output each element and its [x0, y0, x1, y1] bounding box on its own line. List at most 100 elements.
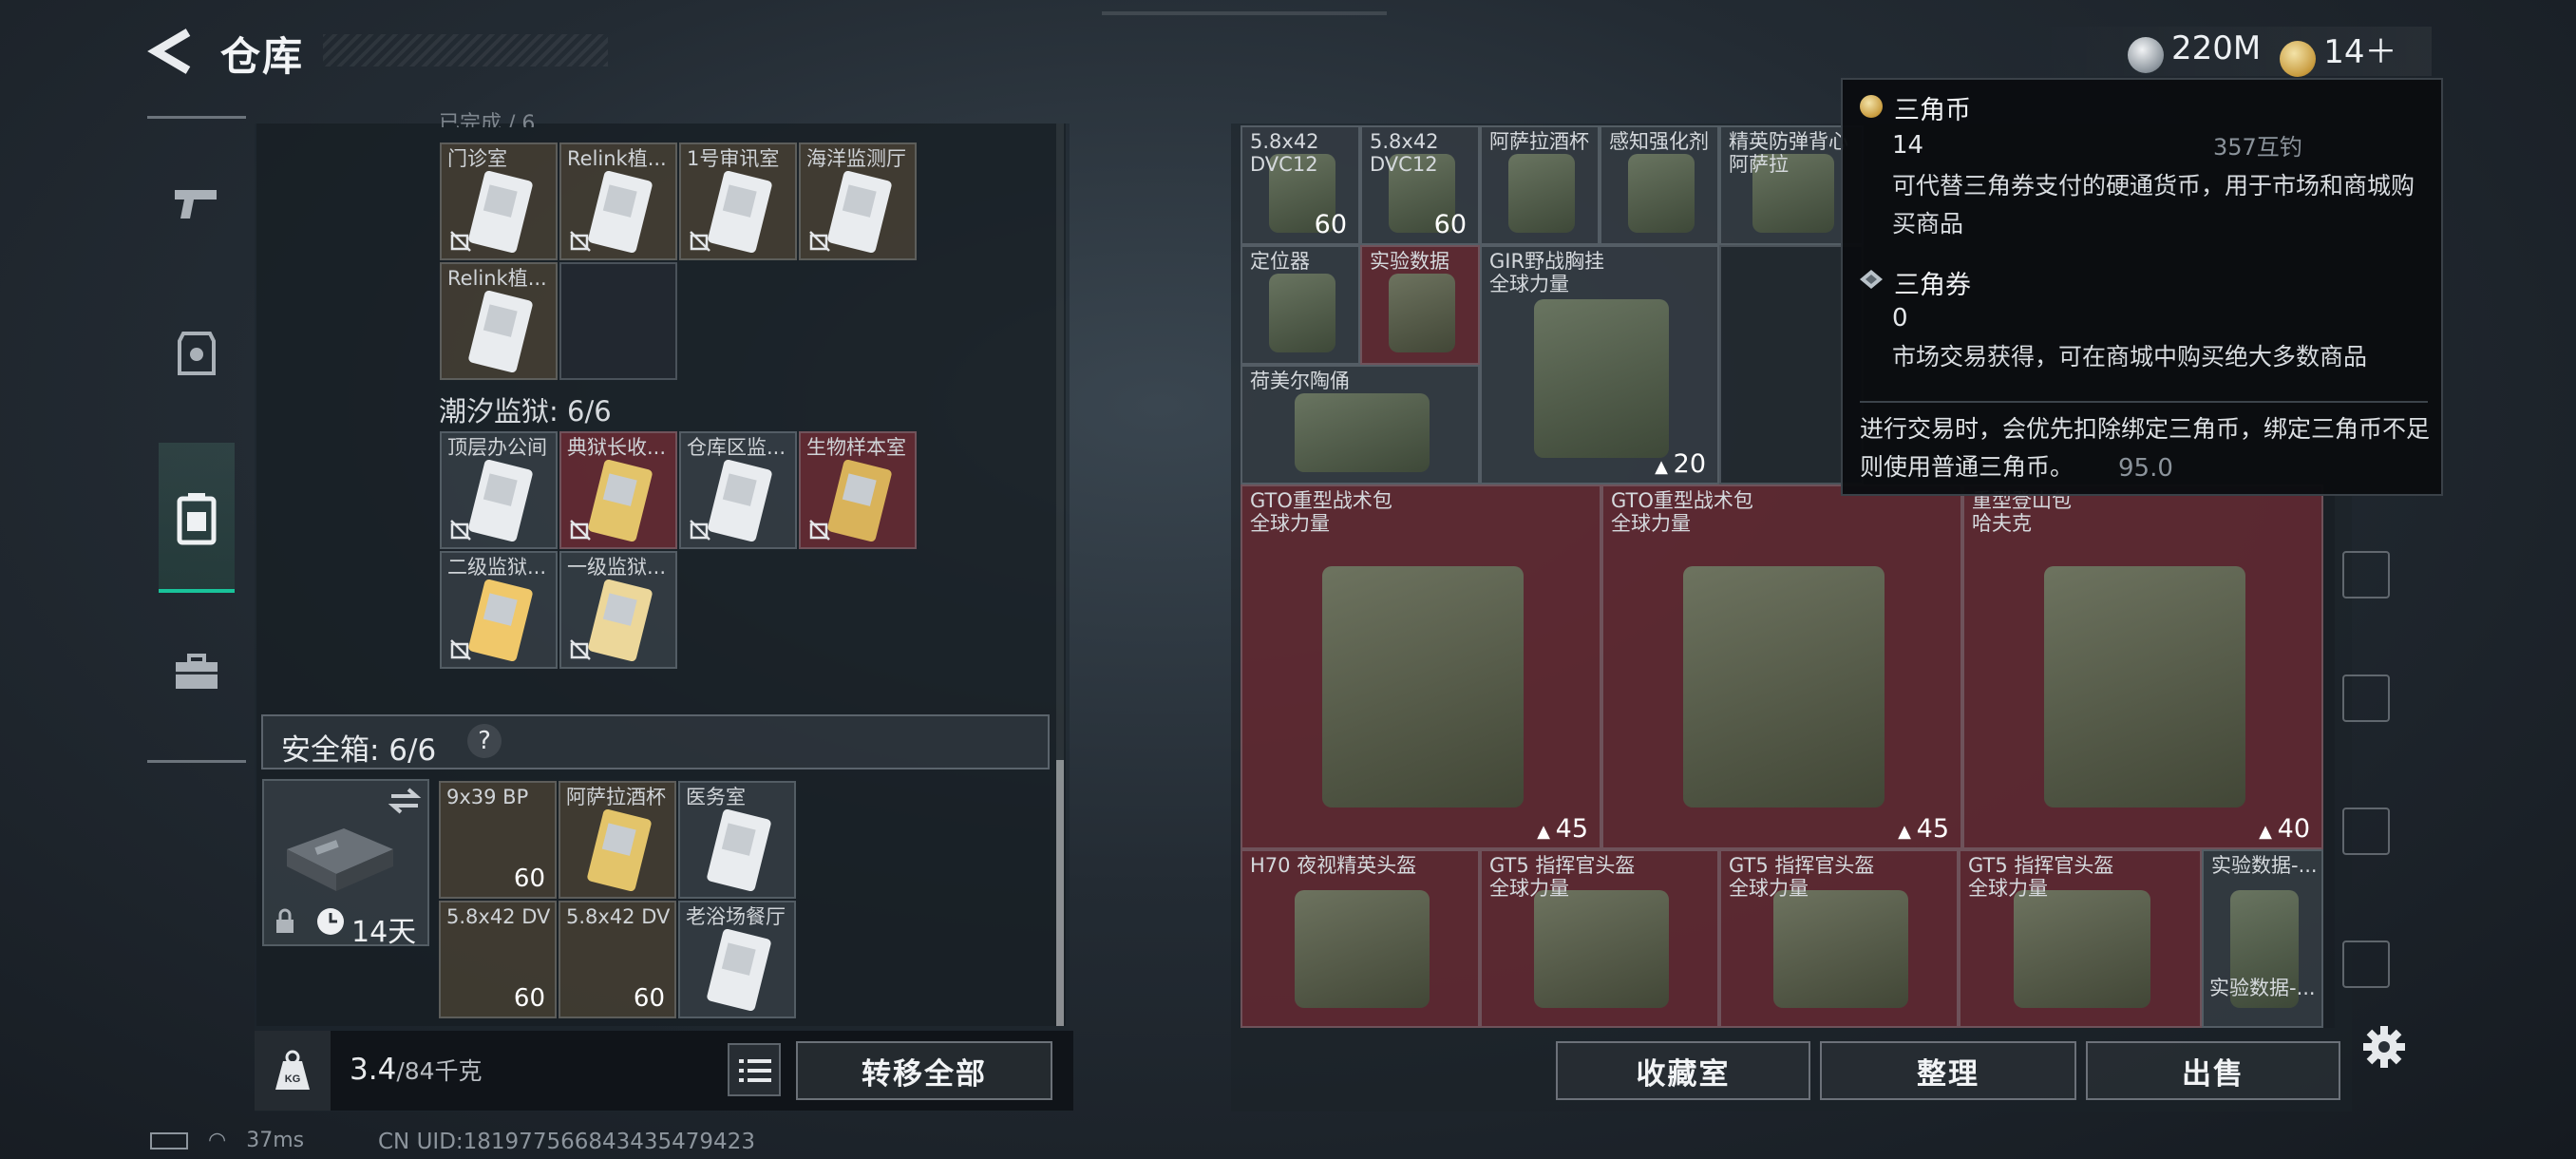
night-vision-helmet-icon: [1295, 890, 1430, 1009]
safe-box-title: 安全箱: 6/6: [281, 733, 437, 768]
item-label: GT5 指挥官头盔: [1968, 854, 2114, 877]
safe-case-icon: [287, 828, 393, 891]
item-label: 实验数据-...: [2211, 854, 2316, 877]
keycard-item[interactable]: 海洋监测厅: [799, 142, 917, 260]
locator-item[interactable]: 定位器: [1241, 245, 1360, 365]
no-trade-icon: [570, 231, 591, 252]
item-label: 仓库区监...: [687, 436, 786, 459]
item-label: GT5 指挥官头盔: [1729, 854, 1875, 877]
helmet-item[interactable]: GT5 指挥官头盔 全球力量: [1480, 849, 1719, 1028]
storage-tab-v-icon[interactable]: [2342, 551, 2390, 598]
item-sublabel: 全球力量: [1489, 877, 1569, 900]
capacity-icon: ▲: [1898, 822, 1917, 842]
item-quantity: 60: [513, 984, 545, 1013]
item-label: 海洋监测厅: [806, 147, 906, 170]
item-label: 二级监狱...: [447, 556, 547, 579]
keycard-item[interactable]: 二级监狱...: [440, 551, 558, 669]
max-weight: /84千克: [396, 1057, 483, 1085]
collection-room-button[interactable]: 收藏室: [1556, 1041, 1810, 1100]
coin-description: 可代替三角券支付的硬通货币，用于市场和商城购买商品: [1892, 172, 2415, 238]
chalice-item[interactable]: 阿萨拉酒杯: [1480, 125, 1600, 245]
item-label: 老浴场餐厅: [686, 905, 786, 928]
stimulant-item[interactable]: 感知强化剂: [1600, 125, 1719, 245]
storage-tab-column: [2339, 494, 2394, 1026]
chalice-icon: [1507, 153, 1576, 233]
safe-item[interactable]: 老浴场餐厅: [678, 901, 796, 1018]
keycard-item[interactable]: 一级监狱...: [559, 551, 677, 669]
top-decor-line: [1102, 11, 1387, 15]
helmet-icon: [2014, 890, 2150, 1009]
keycard-item[interactable]: 生物样本室: [799, 431, 917, 549]
currency-bar[interactable]: 220M 14＋: [2033, 27, 2432, 77]
item-sublabel: DVC12: [1250, 153, 1318, 176]
sort-button[interactable]: 整理: [1820, 1041, 2076, 1100]
ticket-description: 市场交易获得，可在商城中购买绝大多数商品: [1892, 343, 2368, 370]
back-icon[interactable]: [142, 27, 198, 76]
sell-button[interactable]: 出售: [2086, 1041, 2340, 1100]
item-label: 医务室: [686, 786, 746, 808]
user-uid: CN UID:181977566843435479423: [378, 1130, 755, 1154]
helmet-item[interactable]: H70 夜视精英头盔: [1241, 849, 1480, 1028]
keycard-icon: [708, 171, 772, 253]
gold-currency-value[interactable]: 14＋: [2323, 33, 2396, 71]
keycard-item[interactable]: Relink植...: [559, 142, 677, 260]
storage-tab-iv-icon[interactable]: [2342, 674, 2390, 722]
item-label: 实验数据: [1370, 250, 1449, 273]
keycard-icon: [827, 171, 892, 253]
item-label: 5.8x42 DVC12: [446, 905, 551, 928]
data-disc-item[interactable]: 实验数据: [1360, 245, 1480, 365]
storage-tab-iii-icon[interactable]: [2342, 940, 2390, 988]
ping-value: 37ms: [246, 1129, 305, 1152]
item-label: H70 夜视精英头盔: [1250, 854, 1417, 877]
transfer-all-button[interactable]: 转移全部: [796, 1041, 1052, 1100]
keycard-item[interactable]: 门诊室: [440, 142, 558, 260]
safe-item[interactable]: 阿萨拉酒杯: [559, 781, 676, 899]
backpack-icon: [1321, 566, 1525, 808]
keycard-item[interactable]: 典狱长收...: [559, 431, 677, 549]
helmet-item[interactable]: GT5 指挥官头盔 全球力量: [1719, 849, 1959, 1028]
help-icon[interactable]: ?: [467, 724, 502, 758]
page-title: 仓库: [220, 33, 305, 80]
no-trade-icon: [809, 520, 830, 541]
weight-kg-icon: KG: [275, 1050, 310, 1090]
item-quantity-value: 45: [1555, 814, 1588, 844]
figurine-item[interactable]: 荷美尔陶俑: [1241, 365, 1480, 484]
backpack-item[interactable]: 重型登山包 哈夫克 ▲ 40: [1962, 484, 2323, 849]
nav-weapons[interactable]: [159, 165, 235, 241]
safe-item[interactable]: 5.8x42 DVC12 60: [559, 901, 676, 1018]
keycard-item[interactable]: 1号审讯室: [679, 142, 797, 260]
scrollbar-thumb[interactable]: [1056, 760, 1064, 1026]
storage-tab-iv2-icon[interactable]: [2342, 808, 2390, 855]
safe-item[interactable]: 9x39 BP 60: [439, 781, 557, 899]
safe-item[interactable]: 5.8x42 DVC12 60: [439, 901, 557, 1018]
clock-icon: [317, 908, 344, 935]
backpack-item[interactable]: GTO重型战术包 全球力量 ▲ 45: [1601, 484, 1962, 849]
item-sublabel: 阿萨拉: [1729, 153, 1789, 176]
helmet-item[interactable]: GT5 指挥官头盔 全球力量: [1959, 849, 2202, 1028]
item-quantity: ▲ 45: [1898, 814, 1949, 844]
toolbox-icon: [176, 654, 218, 689]
backpack-item[interactable]: GTO重型战术包 全球力量 ▲ 45: [1241, 484, 1601, 849]
list-icon: [739, 1059, 771, 1082]
backpack-icon: [1682, 566, 1885, 808]
keycard-item[interactable]: 仓库区监...: [679, 431, 797, 549]
item-quantity-value: 20: [1673, 449, 1706, 479]
ammo-item[interactable]: 5.8x42 DVC12 60: [1241, 125, 1360, 245]
item-quantity: 60: [513, 864, 545, 893]
ticket-title: 三角券: [1894, 271, 1971, 300]
gear-icon[interactable]: [2361, 1024, 2407, 1070]
keycard-item[interactable]: Relink植...: [440, 262, 558, 380]
safe-item[interactable]: 医务室: [678, 781, 796, 899]
wifi-icon: ◠: [208, 1129, 227, 1152]
cut-section-title: 已完成 / 6: [439, 112, 536, 127]
triangle-coin-icon: [1860, 95, 1883, 118]
list-view-button[interactable]: [728, 1043, 781, 1096]
ammo-item[interactable]: 5.8x42 DVC12 60: [1360, 125, 1480, 245]
swap-icon[interactable]: [388, 787, 422, 815]
item-label: 门诊室: [447, 147, 507, 170]
nav-armor[interactable]: [159, 315, 235, 391]
keycard-item[interactable]: 顶层办公间: [440, 431, 558, 549]
nav-backpack[interactable]: [159, 481, 235, 557]
chest-rig-item[interactable]: GIR野战胸挂 全球力量 ▲ 20: [1480, 245, 1719, 484]
nav-toolbox[interactable]: [159, 635, 235, 711]
